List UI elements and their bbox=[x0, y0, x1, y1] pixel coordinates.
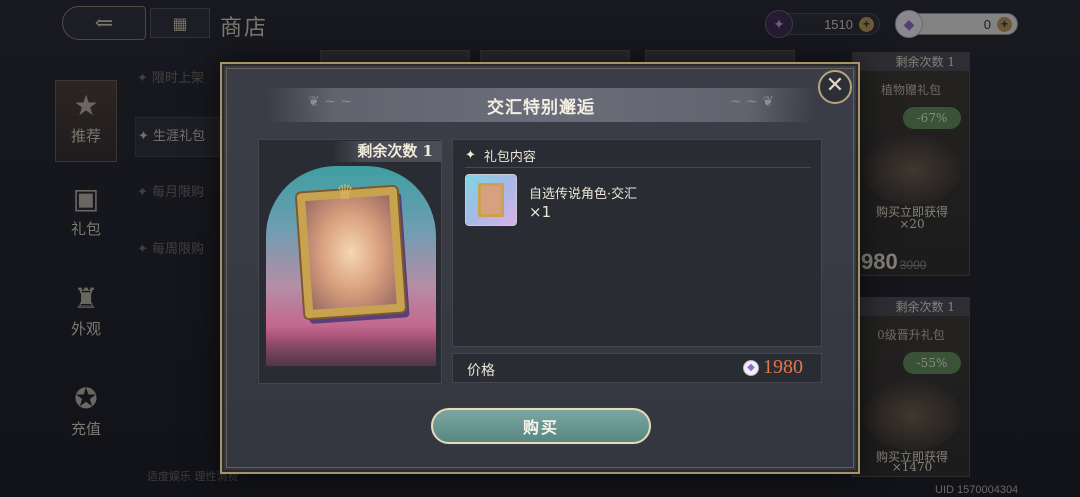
buy-button-label: 购买 bbox=[522, 418, 559, 437]
pack-preview: 剩余次数 1 ♛ bbox=[258, 139, 442, 384]
pack-artwork: ♛ bbox=[266, 166, 436, 366]
modal-title-bar: ❦ ~ ~ 交汇特别邂逅 ~ ~ ❦ bbox=[268, 88, 814, 122]
item-name: 自选传说角色·交汇 bbox=[529, 187, 638, 202]
crown-ornament-icon: ♛ bbox=[336, 180, 354, 204]
item-thumbnail[interactable] bbox=[465, 174, 517, 226]
contents-heading-label: 礼包内容 bbox=[483, 150, 536, 165]
portrait-frame-icon bbox=[478, 183, 504, 217]
price-value: 1980 bbox=[763, 356, 803, 378]
ornament-icon: ❦ ~ ~ bbox=[308, 94, 353, 110]
pack-contents: ✦ 礼包内容 自选传说角色·交汇 ×1 bbox=[452, 139, 822, 347]
contents-heading: ✦ 礼包内容 bbox=[465, 144, 811, 168]
remaining-count: 剩余次数 1 bbox=[331, 141, 442, 162]
modal-title: 交汇特别邂逅 bbox=[487, 97, 595, 118]
sparkle-icon: ✦ bbox=[465, 148, 476, 163]
crystal-icon: ◆ bbox=[743, 359, 759, 376]
price-bar: 价格 ◆ 1980 bbox=[452, 353, 822, 383]
ornament-icon: ~ ~ ❦ bbox=[729, 94, 774, 110]
price-value-group: ◆ 1980 bbox=[743, 356, 803, 379]
buy-button[interactable]: 购买 bbox=[431, 408, 651, 444]
golden-frame-image bbox=[296, 186, 406, 319]
close-icon: ✕ bbox=[825, 73, 845, 98]
item-quantity: ×1 bbox=[529, 203, 552, 221]
price-label: 价格 bbox=[467, 363, 495, 379]
close-button[interactable]: ✕ bbox=[818, 70, 852, 104]
pack-detail-modal: ❦ ~ ~ 交汇特别邂逅 ~ ~ ❦ ✕ 剩余次数 1 ♛ ✦ 礼包内容 自选传… bbox=[220, 62, 860, 474]
